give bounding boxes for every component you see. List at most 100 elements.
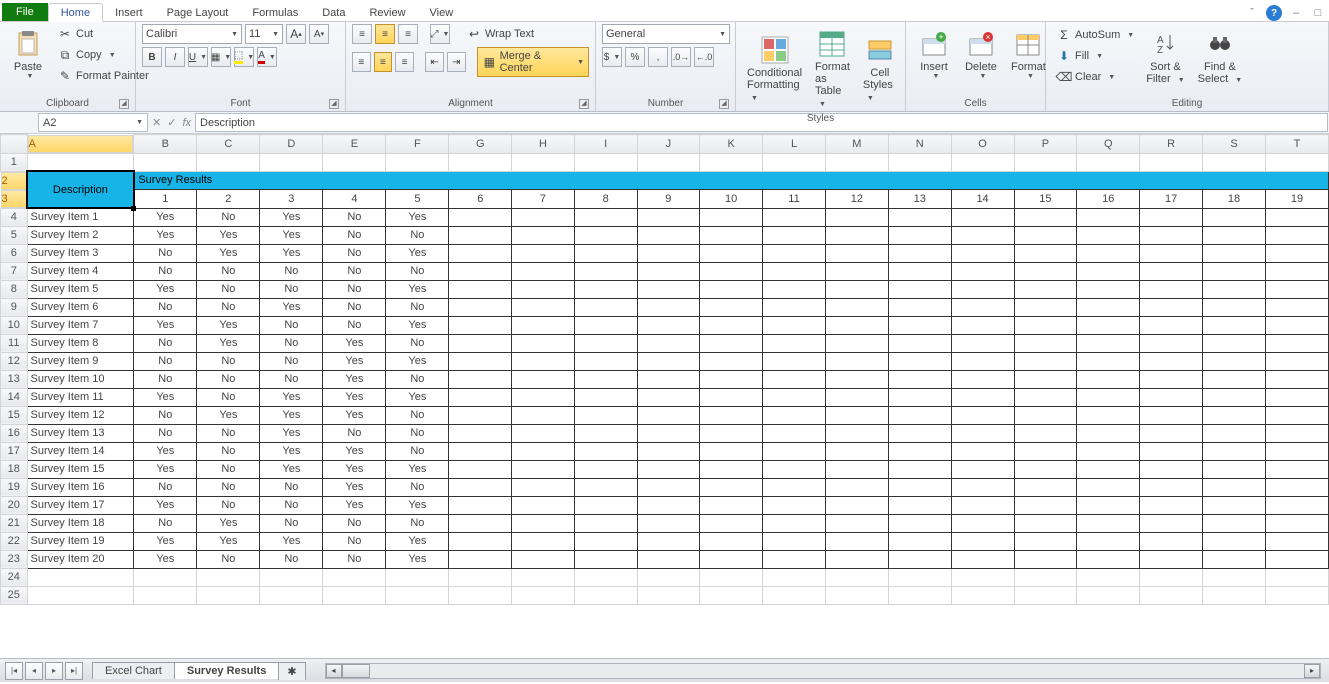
cell-H6[interactable] [512,244,575,262]
cell-R4[interactable] [1140,208,1203,226]
cell-F23[interactable]: Yes [386,550,449,568]
cell-P1[interactable] [1014,153,1077,171]
cell-G16[interactable] [449,424,512,442]
decrease-indent-button[interactable]: ⇤ [425,52,444,72]
cell-L1[interactable] [763,153,826,171]
cell-K14[interactable] [700,388,763,406]
cell-K5[interactable] [700,226,763,244]
cell-O18[interactable] [951,460,1014,478]
window-minimize-icon[interactable]: – [1287,5,1305,21]
cell-A19[interactable]: Survey Item 16 [27,478,134,496]
cell-A15[interactable]: Survey Item 12 [27,406,134,424]
percent-button[interactable]: % [625,47,645,67]
cell-C5[interactable]: Yes [197,226,260,244]
cell-B14[interactable]: Yes [134,388,197,406]
cell-F6[interactable]: Yes [386,244,449,262]
col-header-N[interactable]: N [888,135,951,154]
cell-I23[interactable] [574,550,637,568]
cell-J7[interactable] [637,262,700,280]
cell-M5[interactable] [825,226,888,244]
cell-C19[interactable]: No [197,478,260,496]
cell-R1[interactable] [1140,153,1203,171]
cell-K15[interactable] [700,406,763,424]
align-right-button[interactable]: ≡ [395,52,414,72]
comma-button[interactable]: , [648,47,668,67]
cell-E1[interactable] [323,153,386,171]
merge-center-button[interactable]: ▦Merge & Center▼ [477,47,589,77]
cell-G10[interactable] [449,316,512,334]
row-header-17[interactable]: 17 [1,442,28,460]
cell-O4[interactable] [951,208,1014,226]
cell-R20[interactable] [1140,496,1203,514]
col-header-F[interactable]: F [386,135,449,154]
cell-T6[interactable] [1265,244,1328,262]
align-left-button[interactable]: ≡ [352,52,371,72]
cell-C21[interactable]: Yes [197,514,260,532]
cell-P19[interactable] [1014,478,1077,496]
cell-H23[interactable] [512,550,575,568]
cell-Q24[interactable] [1077,568,1140,586]
cell-I7[interactable] [574,262,637,280]
row-header-5[interactable]: 5 [1,226,28,244]
cell-L5[interactable] [763,226,826,244]
cell-E11[interactable]: Yes [323,334,386,352]
cell-M10[interactable] [825,316,888,334]
cell-E19[interactable]: Yes [323,478,386,496]
cell-N10[interactable] [888,316,951,334]
cell-T25[interactable] [1265,586,1328,604]
increase-decimal-button[interactable]: .0→ [671,47,691,67]
cell-G15[interactable] [449,406,512,424]
cell-P4[interactable] [1014,208,1077,226]
cell-K25[interactable] [700,586,763,604]
cell-H8[interactable] [512,280,575,298]
cell-I24[interactable] [574,568,637,586]
cell-S7[interactable] [1203,262,1266,280]
cell-S6[interactable] [1203,244,1266,262]
cell-H19[interactable] [512,478,575,496]
cell-G7[interactable] [449,262,512,280]
cell-E9[interactable]: No [323,298,386,316]
cell-P23[interactable] [1014,550,1077,568]
cell-A17[interactable]: Survey Item 14 [27,442,134,460]
cell-K4[interactable] [700,208,763,226]
cell-H25[interactable] [512,586,575,604]
alignment-dialog-launcher[interactable]: ◢ [579,99,589,109]
cell-K11[interactable] [700,334,763,352]
menu-tab-insert[interactable]: Insert [103,4,155,21]
cell-P16[interactable] [1014,424,1077,442]
cell-E12[interactable]: Yes [323,352,386,370]
italic-button[interactable]: I [165,47,185,67]
cell-D17[interactable]: Yes [260,442,323,460]
cell-K16[interactable] [700,424,763,442]
cell-T19[interactable] [1265,478,1328,496]
cell-S14[interactable] [1203,388,1266,406]
cell-G24[interactable] [449,568,512,586]
cell-J19[interactable] [637,478,700,496]
cell-P14[interactable] [1014,388,1077,406]
cell-I18[interactable] [574,460,637,478]
cell-T16[interactable] [1265,424,1328,442]
cell-R17[interactable] [1140,442,1203,460]
cell-S19[interactable] [1203,478,1266,496]
cell-G6[interactable] [449,244,512,262]
cell-F24[interactable] [386,568,449,586]
cell-O23[interactable] [951,550,1014,568]
decrease-decimal-button[interactable]: ←.0 [694,47,714,67]
cell-O20[interactable] [951,496,1014,514]
bold-button[interactable]: B [142,47,162,67]
cell-F11[interactable]: No [386,334,449,352]
cell-J12[interactable] [637,352,700,370]
cell-R6[interactable] [1140,244,1203,262]
cell-E17[interactable]: Yes [323,442,386,460]
cell-A10[interactable]: Survey Item 7 [27,316,134,334]
sheet-nav-prev[interactable]: ◂ [25,662,43,680]
cell-H17[interactable] [512,442,575,460]
cell-O5[interactable] [951,226,1014,244]
cell-G19[interactable] [449,478,512,496]
cell-C16[interactable]: No [197,424,260,442]
cell-H14[interactable] [512,388,575,406]
sheet-nav-next[interactable]: ▸ [45,662,63,680]
sheet-nav-last[interactable]: ▸| [65,662,83,680]
cell-K1[interactable] [700,153,763,171]
cell-L21[interactable] [763,514,826,532]
